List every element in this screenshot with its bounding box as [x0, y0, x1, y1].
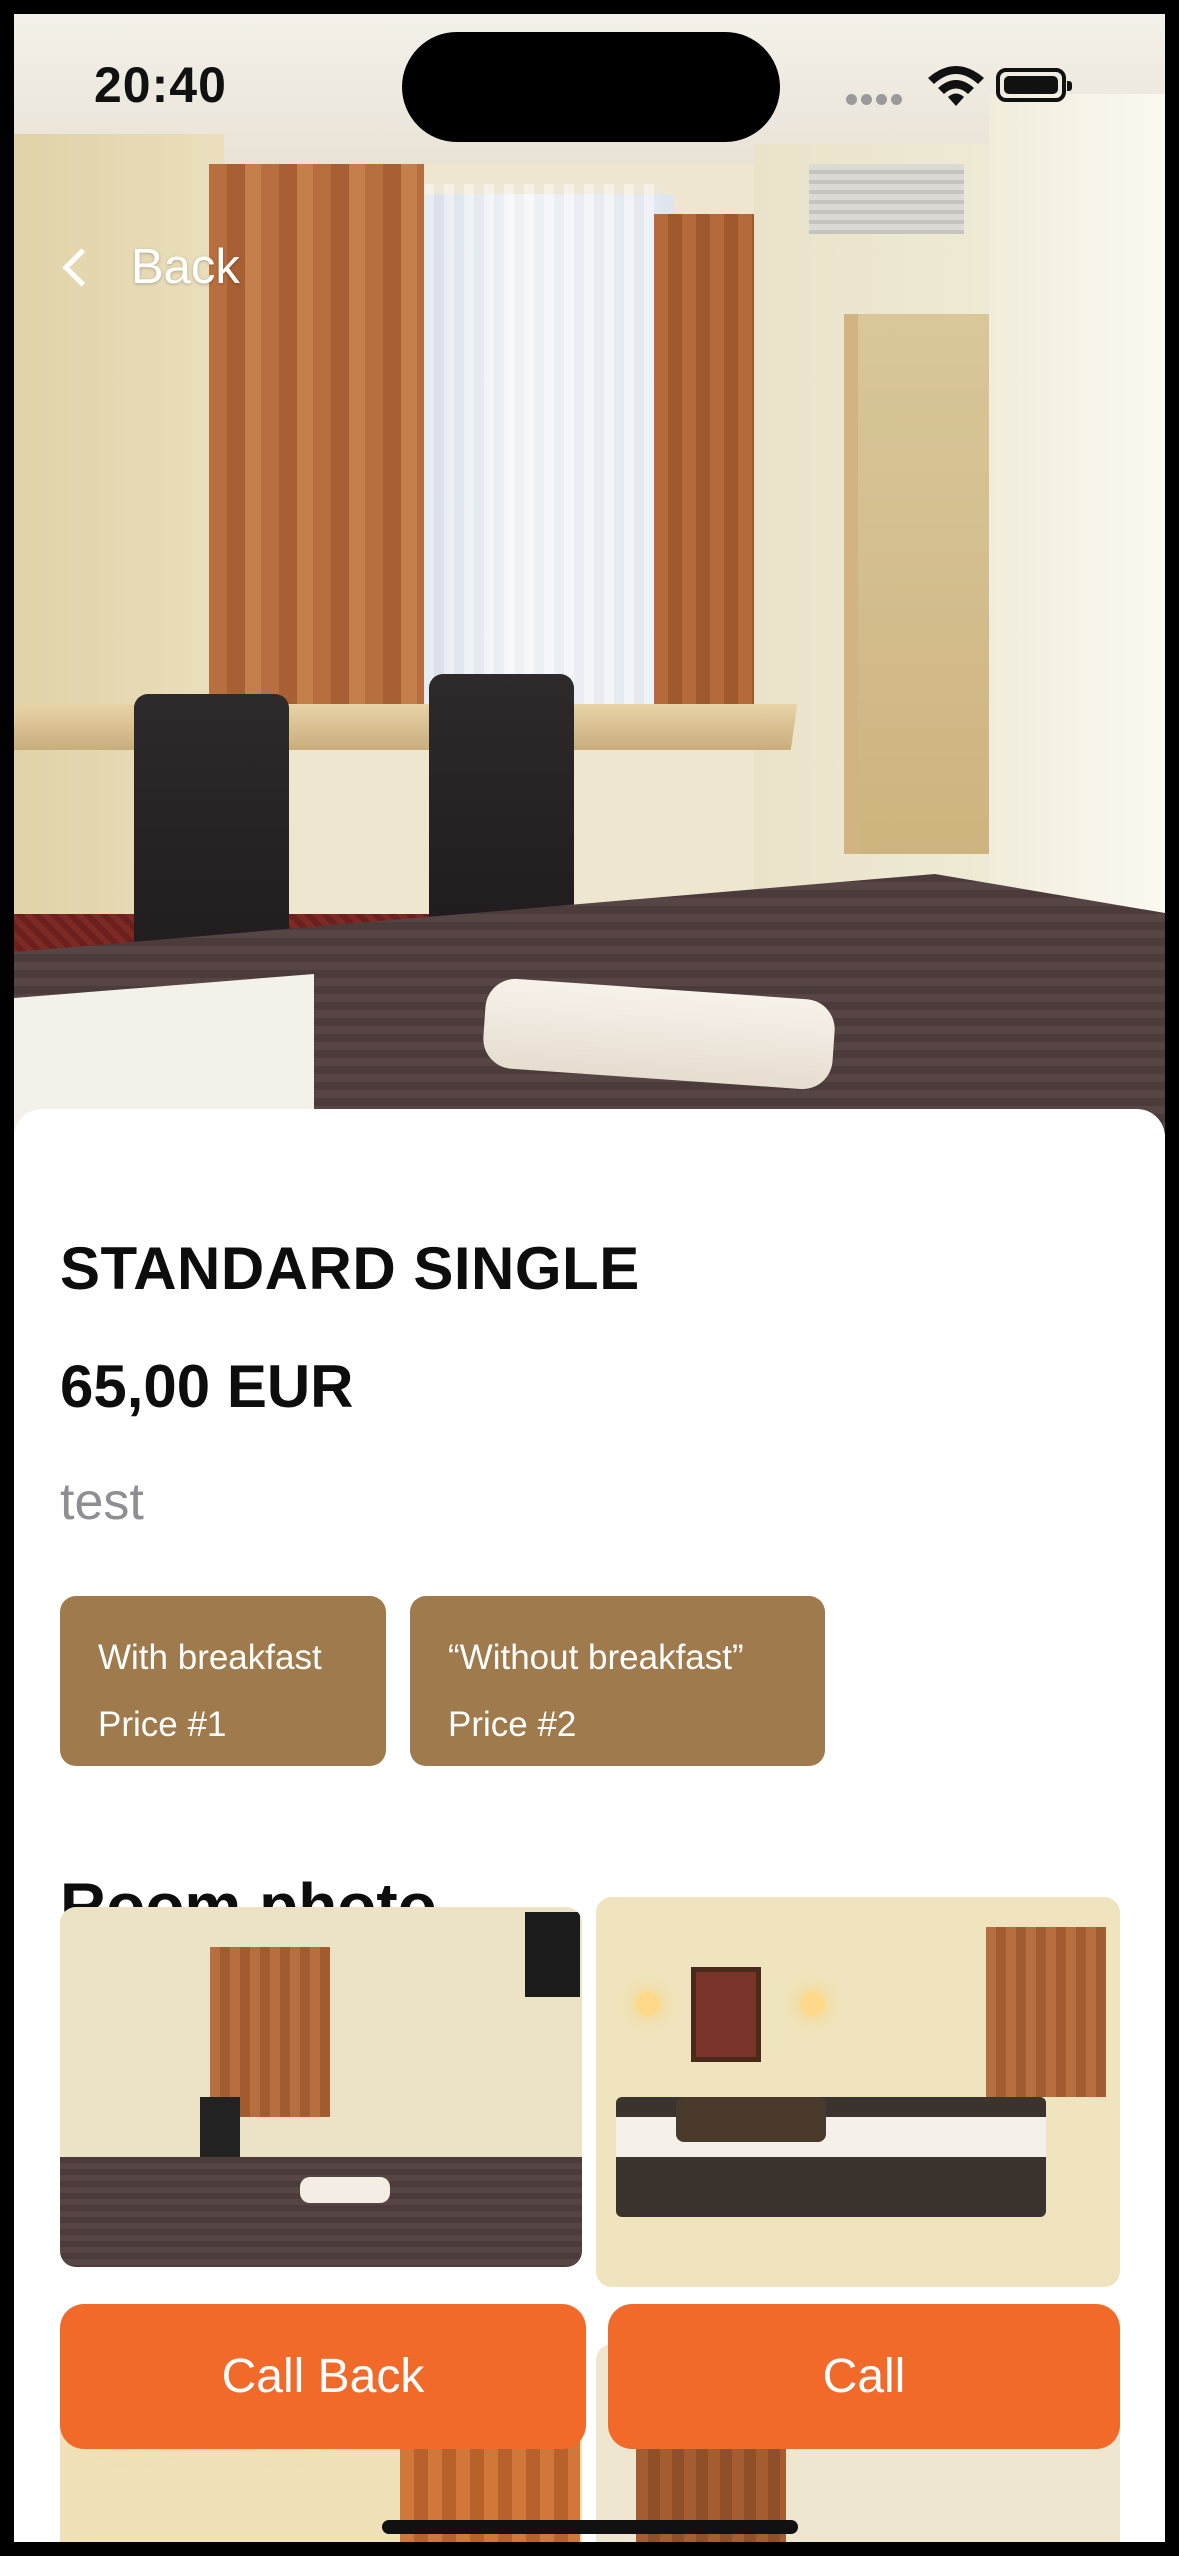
room-photo-thumbnail[interactable]	[60, 1907, 582, 2267]
room-photo-thumbnail[interactable]	[596, 1897, 1120, 2287]
room-description: test	[60, 1473, 144, 1531]
chevron-left-icon	[62, 247, 101, 287]
option-with-breakfast[interactable]: With breakfast Price #1	[60, 1596, 386, 1766]
option-name: With breakfast	[98, 1638, 322, 1677]
back-button[interactable]: Back	[58, 239, 240, 295]
option-without-breakfast[interactable]: “Without breakfast” Price #2	[410, 1596, 825, 1766]
status-time: 20:40	[94, 57, 227, 113]
screen: 20:40 Back STANDARD SINGLE 65,00 EUR tes…	[14, 14, 1165, 2542]
option-name: “Without breakfast”	[448, 1638, 744, 1677]
battery-icon	[996, 68, 1072, 102]
cellular-signal-icon	[846, 92, 906, 110]
device-frame: 20:40 Back STANDARD SINGLE 65,00 EUR tes…	[0, 0, 1179, 2556]
room-title: STANDARD SINGLE	[60, 1235, 640, 1302]
wifi-icon	[928, 66, 984, 106]
option-price-label: Price #2	[448, 1705, 577, 1744]
home-indicator[interactable]	[382, 2520, 798, 2534]
call-back-button[interactable]: Call Back	[60, 2304, 586, 2449]
call-button[interactable]: Call	[608, 2304, 1120, 2449]
room-hero-photo	[14, 14, 1165, 1134]
option-price-label: Price #1	[98, 1705, 227, 1744]
back-label: Back	[131, 240, 240, 294]
dynamic-island	[402, 32, 780, 142]
room-price: 65,00 EUR	[60, 1353, 354, 1420]
